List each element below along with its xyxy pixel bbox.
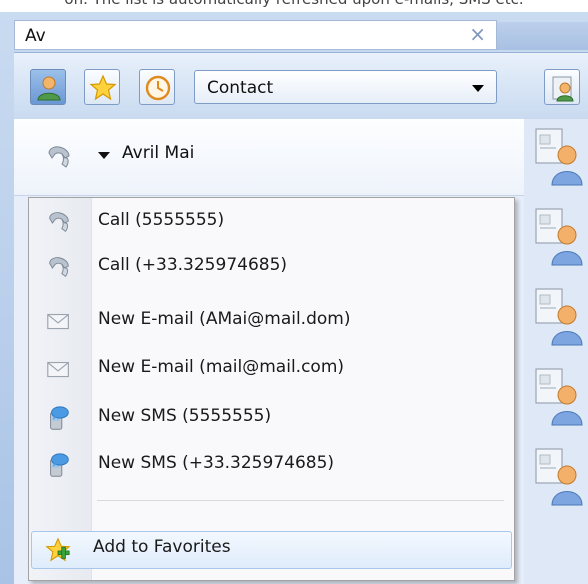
add-contact-icon <box>552 76 574 102</box>
chevron-down-icon <box>472 85 484 92</box>
menu-item-label: Call (+33.325974685) <box>98 255 288 275</box>
menu-item-call[interactable]: Call (+33.325974685) <box>31 249 512 287</box>
menu-item-label: New E-mail (AMai@mail.dom) <box>98 309 351 329</box>
toolbar: Contact <box>14 52 588 119</box>
caret-down-icon[interactable] <box>98 152 110 159</box>
contact-name: Avril Mai <box>122 143 195 163</box>
type-filter-select[interactable]: Contact <box>194 70 497 104</box>
search-input-value: Av <box>25 26 46 46</box>
avatar-column <box>524 119 588 584</box>
add-contact-button[interactable] <box>544 69 580 105</box>
person-icon <box>37 76 61 101</box>
contacts-button[interactable] <box>30 69 66 105</box>
menu-item-label: New E-mail (mail@mail.com) <box>98 357 345 377</box>
background-caption-text: on. The list is automatically refreshed … <box>0 0 588 8</box>
title-bar-extension <box>497 22 588 50</box>
type-filter-value: Contact <box>207 78 274 98</box>
envelope-icon <box>47 361 69 378</box>
menu-item-add-favorites[interactable]: Add to Favorites <box>31 531 512 569</box>
star-plus-icon <box>46 538 70 561</box>
menu-item-sms[interactable]: New SMS (+33.325974685) <box>31 447 512 485</box>
clock-icon <box>145 75 171 101</box>
menu-separator <box>97 500 504 501</box>
contact-avatar-icon <box>535 208 583 266</box>
contact-avatar-icon <box>535 368 583 426</box>
close-icon[interactable]: × <box>469 24 486 44</box>
history-button[interactable] <box>139 69 175 105</box>
phone-handset-icon[interactable] <box>44 143 74 173</box>
menu-item-label: New SMS (5555555) <box>98 406 272 426</box>
sms-icon <box>50 406 69 430</box>
menu-item-sms[interactable]: New SMS (5555555) <box>31 400 512 438</box>
star-icon <box>90 75 116 100</box>
phone-handset-icon <box>49 257 69 277</box>
phone-handset-icon <box>49 212 69 232</box>
menu-item-email[interactable]: New E-mail (mail@mail.com) <box>31 351 512 389</box>
sms-icon <box>50 453 69 477</box>
context-menu: Call (5555555) Call (+33.325974685) New … <box>28 197 515 581</box>
contact-avatar-icon <box>535 448 583 506</box>
favorites-button[interactable] <box>84 69 120 105</box>
envelope-icon <box>47 313 69 330</box>
search-input[interactable]: Av × <box>14 20 497 50</box>
contact-avatar-icon <box>535 128 583 186</box>
background-caption: on. The list is automatically refreshed … <box>0 0 588 12</box>
menu-item-label: Call (5555555) <box>98 210 225 230</box>
contact-avatar-icon <box>535 288 583 346</box>
menu-item-label: Add to Favorites <box>93 537 231 557</box>
list-item[interactable]: Avril Mai <box>14 119 524 196</box>
menu-item-label: New SMS (+33.325974685) <box>98 453 335 473</box>
menu-item-call[interactable]: Call (5555555) <box>31 204 512 242</box>
menu-item-email[interactable]: New E-mail (AMai@mail.dom) <box>31 303 512 341</box>
